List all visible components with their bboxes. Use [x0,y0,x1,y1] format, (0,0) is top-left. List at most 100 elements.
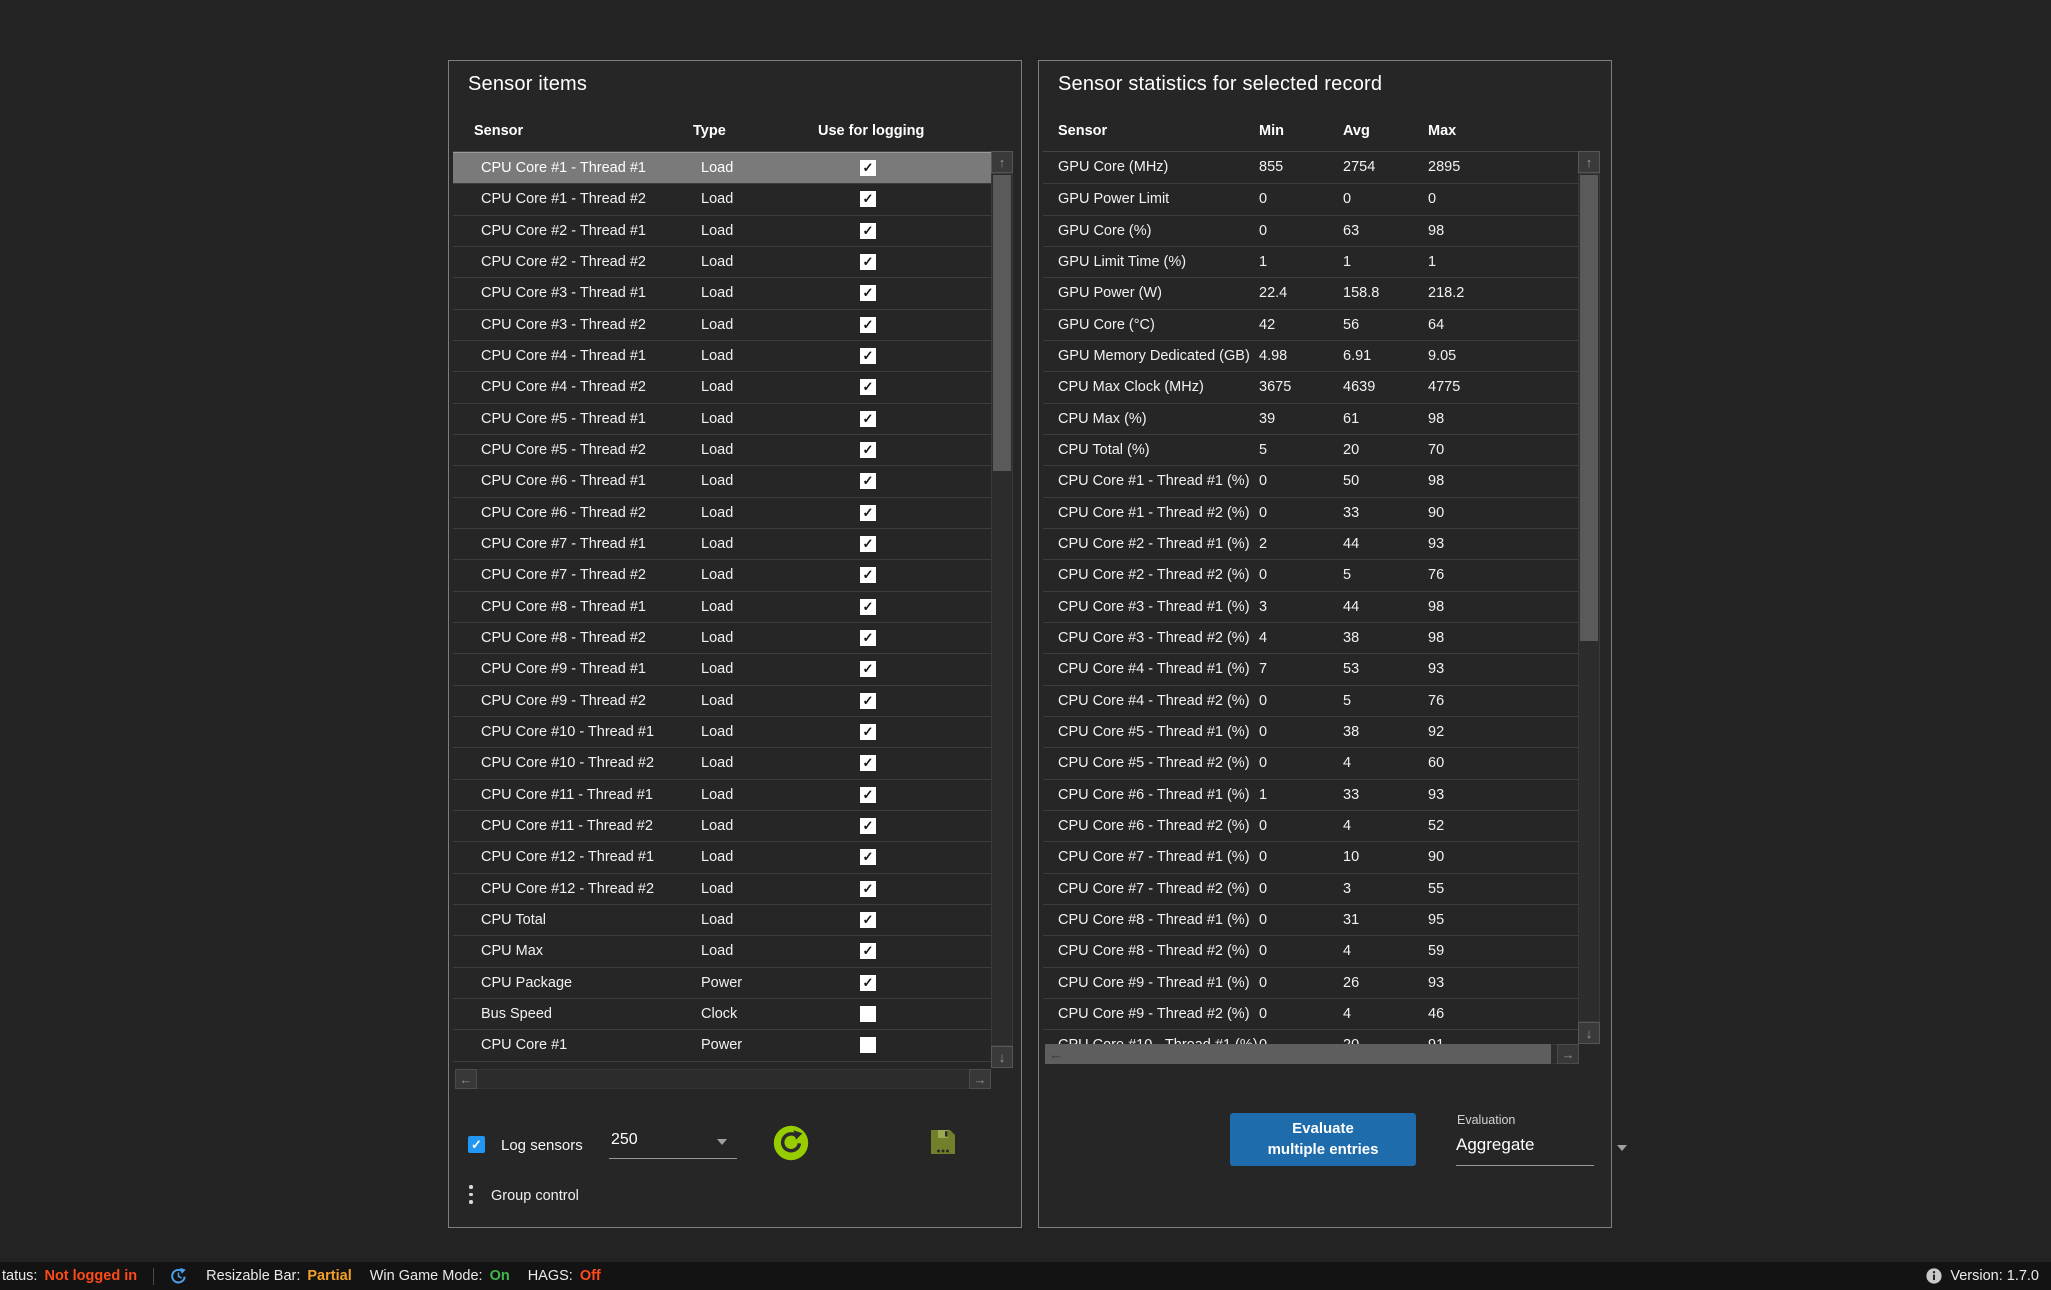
table-row[interactable]: CPU Core #3 - Thread #2 (%)43898 [1043,622,1578,653]
table-row[interactable]: CPU Core #10 - Thread #1Load✓ [453,716,993,747]
use-for-logging-checkbox[interactable]: ✓ [860,223,876,239]
table-row[interactable]: GPU Memory Dedicated (GB)4.986.919.05 [1043,340,1578,371]
table-row[interactable]: CPU Core #11 - Thread #2Load✓ [453,810,993,841]
table-row[interactable]: CPU Total (%)52070 [1043,434,1578,465]
use-for-logging-checkbox[interactable]: ✓ [860,755,876,771]
table-row[interactable]: GPU Limit Time (%)111 [1043,246,1578,277]
use-for-logging-checkbox[interactable]: ✓ [860,630,876,646]
table-row[interactable]: CPU Max Clock (MHz)367546394775 [1043,371,1578,402]
use-for-logging-checkbox[interactable]: ✓ [860,599,876,615]
table-row[interactable]: CPU Core #4 - Thread #1 (%)75393 [1043,653,1578,684]
table-row[interactable]: CPU Core #5 - Thread #2Load✓ [453,434,993,465]
table-row[interactable]: CPU Core #5 - Thread #1 (%)03892 [1043,716,1578,747]
table-row[interactable]: CPU Core #7 - Thread #2 (%)0355 [1043,873,1578,904]
use-for-logging-checkbox[interactable]: ✓ [860,536,876,552]
table-row[interactable]: CPU Core #6 - Thread #2Load✓ [453,497,993,528]
use-for-logging-checkbox[interactable]: ✓ [860,160,876,176]
table-row[interactable]: CPU Core #7 - Thread #1Load✓ [453,528,993,559]
evaluate-multiple-entries-button[interactable]: Evaluate multiple entries [1230,1113,1416,1166]
table-row[interactable]: CPU Core #3 - Thread #1Load✓ [453,277,993,308]
save-sensor-config-button[interactable] [926,1125,962,1161]
table-row[interactable]: CPU Core #6 - Thread #2 (%)0452 [1043,810,1578,841]
chevron-down-icon[interactable] [1617,1145,1627,1151]
use-for-logging-checkbox[interactable]: ✓ [860,505,876,521]
scroll-down-button[interactable]: ↓ [991,1046,1013,1068]
vertical-scrollbar-thumb[interactable] [993,175,1011,471]
use-for-logging-checkbox[interactable]: ✓ [860,285,876,301]
use-for-logging-checkbox[interactable]: ✓ [860,943,876,959]
use-for-logging-checkbox[interactable]: ✓ [860,473,876,489]
vertical-scrollbar-thumb[interactable] [1580,175,1598,641]
table-row[interactable]: GPU Core (°C)425664 [1043,309,1578,340]
table-row[interactable]: CPU Core #10 - Thread #2Load✓ [453,747,993,778]
table-row[interactable]: CPU Core #1 - Thread #2 (%)03390 [1043,497,1578,528]
use-for-logging-checkbox[interactable]: ✓ [860,411,876,427]
use-for-logging-checkbox[interactable]: ✓ [860,442,876,458]
table-row[interactable]: CPU Core #10 - Thread #1 (%)02091 [1043,1029,1578,1045]
table-row[interactable]: CPU Core #2 - Thread #1 (%)24493 [1043,528,1578,559]
use-for-logging-checkbox[interactable]: ✓ [860,254,876,270]
table-row[interactable]: CPU Core #2 - Thread #2 (%)0576 [1043,559,1578,590]
table-row[interactable]: CPU MaxLoad✓ [453,935,993,966]
use-for-logging-checkbox[interactable]: ✓ [860,191,876,207]
use-for-logging-checkbox[interactable] [860,1037,876,1053]
use-for-logging-checkbox[interactable]: ✓ [860,379,876,395]
table-row[interactable]: CPU Core #3 - Thread #1 (%)34498 [1043,591,1578,622]
use-for-logging-checkbox[interactable]: ✓ [860,912,876,928]
horizontal-scrollbar-thumb[interactable] [1045,1044,1551,1064]
scroll-down-button[interactable]: ↓ [1578,1022,1600,1044]
logging-interval-select[interactable]: 250 [611,1131,638,1149]
group-control-menu-icon[interactable] [469,1185,473,1204]
use-for-logging-checkbox[interactable]: ✓ [860,661,876,677]
table-row[interactable]: CPU Core #3 - Thread #2Load✓ [453,309,993,340]
table-row[interactable]: CPU Core #12 - Thread #1Load✓ [453,841,993,872]
evaluation-select[interactable]: Aggregate [1456,1135,1534,1155]
table-row[interactable]: CPU Core #1Power [453,1029,993,1060]
table-row[interactable]: CPU Core #4 - Thread #2 (%)0576 [1043,685,1578,716]
table-row[interactable]: CPU Core #5 - Thread #1Load✓ [453,403,993,434]
info-icon[interactable] [1926,1268,1942,1284]
table-row[interactable]: CPU Core #6 - Thread #1 (%)13393 [1043,779,1578,810]
use-for-logging-checkbox[interactable]: ✓ [860,724,876,740]
table-row[interactable]: CPU Core #9 - Thread #1 (%)02693 [1043,967,1578,998]
group-control-label[interactable]: Group control [491,1188,579,1204]
scroll-up-button[interactable]: ↑ [991,151,1013,173]
use-for-logging-checkbox[interactable]: ✓ [860,567,876,583]
use-for-logging-checkbox[interactable]: ✓ [860,849,876,865]
use-for-logging-checkbox[interactable] [860,1006,876,1022]
table-row[interactable]: CPU Core #5 - Thread #2 (%)0460 [1043,747,1578,778]
table-row[interactable]: CPU Core #9 - Thread #1Load✓ [453,653,993,684]
table-row[interactable]: CPU PackagePower✓ [453,967,993,998]
scroll-right-button[interactable]: → [1557,1044,1579,1064]
use-for-logging-checkbox[interactable]: ✓ [860,881,876,897]
table-row[interactable]: CPU Core #7 - Thread #1 (%)01090 [1043,841,1578,872]
scroll-up-button[interactable]: ↑ [1578,151,1600,173]
scroll-left-button[interactable]: ← [1045,1044,1067,1064]
table-row[interactable]: CPU TotalLoad✓ [453,904,993,935]
table-row[interactable]: CPU Core #1 - Thread #2Load✓ [453,183,993,214]
use-for-logging-checkbox[interactable]: ✓ [860,317,876,333]
table-row[interactable]: GPU Core (MHz)85527542895 [1043,152,1578,183]
table-row[interactable]: CPU Core #1 - Thread #1 (%)05098 [1043,465,1578,496]
table-row[interactable]: CPU Max (%)396198 [1043,403,1578,434]
use-for-logging-checkbox[interactable]: ✓ [860,818,876,834]
horizontal-scrollbar[interactable] [455,1069,991,1089]
table-row[interactable]: GPU Power Limit000 [1043,183,1578,214]
scroll-right-button[interactable]: → [969,1069,991,1089]
table-row[interactable]: GPU Power (W)22.4158.8218.2 [1043,277,1578,308]
use-for-logging-checkbox[interactable]: ✓ [860,693,876,709]
table-row[interactable]: Bus SpeedClock [453,998,993,1029]
table-row[interactable]: CPU Core #6 - Thread #1Load✓ [453,465,993,496]
use-for-logging-checkbox[interactable]: ✓ [860,787,876,803]
table-row[interactable]: CPU Core #8 - Thread #2Load✓ [453,622,993,653]
table-row[interactable]: CPU Core #1 - Thread #1Load✓ [453,152,993,183]
chevron-down-icon[interactable] [717,1139,727,1145]
table-row[interactable]: CPU Core #4 - Thread #2Load✓ [453,371,993,402]
table-row[interactable]: CPU Core #2 - Thread #2Load✓ [453,246,993,277]
table-row[interactable]: CPU Core #8 - Thread #1 (%)03195 [1043,904,1578,935]
table-row[interactable]: CPU Core #4 - Thread #1Load✓ [453,340,993,371]
scroll-left-button[interactable]: ← [455,1069,477,1089]
log-sensors-checkbox[interactable]: ✓ [468,1136,485,1153]
table-row[interactable]: CPU Core #7 - Thread #2Load✓ [453,559,993,590]
table-row[interactable]: CPU Core #11 - Thread #1Load✓ [453,779,993,810]
